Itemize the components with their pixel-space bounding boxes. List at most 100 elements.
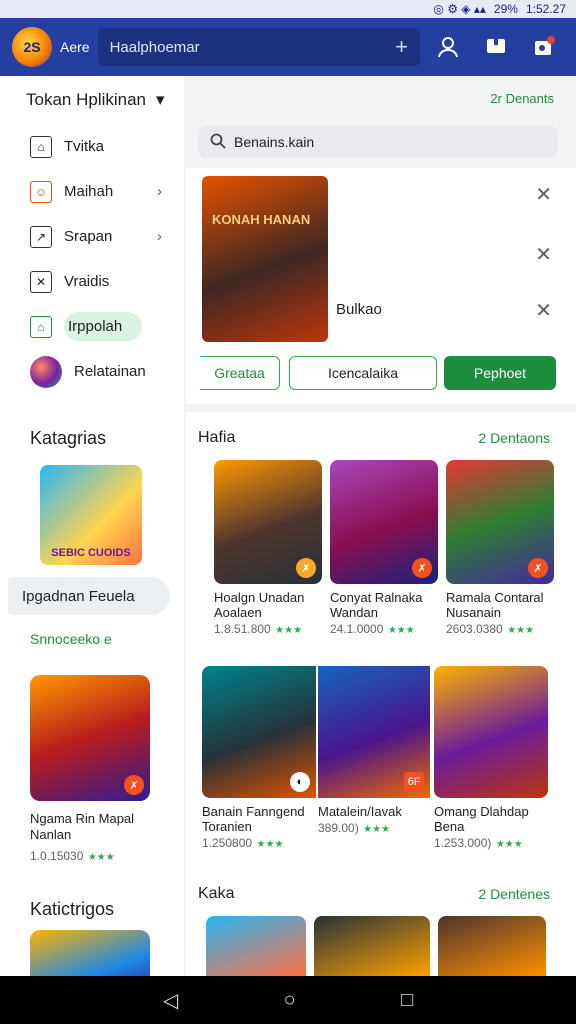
game-badge-icon: ✗ [124, 775, 144, 795]
main-search-input[interactable]: Benains.kain [198, 126, 558, 158]
game-badge-icon: ✗ [296, 558, 316, 578]
main-header: 2r Denants [186, 76, 576, 120]
header-link[interactable]: 2r Denants [490, 91, 554, 106]
top-search-value: Haalphoemar [109, 38, 200, 56]
sidebar-item-2[interactable]: ☺ Maihah › [8, 169, 184, 214]
game-card[interactable]: ✗ Conyat Ralnaka Wandan 24.1.0000 ★★★ [330, 460, 438, 638]
sidebar-pill[interactable]: Ipgadnan Feuela [8, 577, 170, 615]
sidebar-item-1[interactable]: ⌂ Tvitka [8, 124, 184, 169]
status-icons: ◎ ⚙ ◈ ▴▴ [433, 2, 486, 16]
account-icon[interactable] [428, 27, 468, 67]
search-placeholder: Benains.kain [234, 134, 315, 150]
sidebar-title[interactable]: Tokan Hplikinan ▾ [8, 76, 184, 124]
game-badge-icon: 6F [404, 772, 424, 792]
battery-level: 29% [493, 2, 518, 16]
main-content: 2r Denants Benains.kain KONAH HANAN Bulk… [186, 76, 576, 992]
game-thumbnail[interactable]: 6F [318, 666, 430, 798]
plus-icon[interactable]: + [395, 34, 408, 60]
game-title: Ramala Contaral Nusanain [446, 590, 544, 620]
sidebar-item-label: Relatainan [74, 363, 146, 380]
app-logo[interactable]: 2S [12, 27, 52, 67]
game-card[interactable]: ◐ Banain Fanngend Toranien 1.250800 ★★★ [202, 666, 316, 852]
game-title: Banain Fanngend Toranien [202, 804, 305, 834]
game-badge-icon: ✗ [412, 558, 432, 578]
game-meta: 1.250800 [202, 836, 253, 850]
side-game-thumbnail[interactable]: ✗ [30, 675, 150, 801]
clock: 1:52.27 [525, 2, 566, 16]
close-icon[interactable]: ✕ [535, 242, 552, 267]
promo-card[interactable]: SEBIC CUOIDS [40, 465, 142, 565]
star-rating-icon: ★★★ [363, 824, 391, 835]
row-title: Kaka [198, 885, 235, 902]
game-meta: 2603.0380 [446, 622, 503, 636]
feature-card: KONAH HANAN Bulkao ✕ ✕ ✕ Greataa Icencal… [186, 168, 576, 404]
notifications-icon[interactable] [524, 27, 564, 67]
close-icon[interactable]: ✕ [535, 298, 552, 323]
top-search-input[interactable]: Haalphoemar + [97, 28, 420, 66]
game-meta: 1.253.000) [434, 836, 492, 850]
home-icon[interactable]: ○ [284, 989, 296, 1012]
chevron-down-icon: ▾ [156, 90, 165, 109]
game-thumbnail[interactable] [314, 916, 430, 976]
game-meta: 24.1.0000 [330, 622, 384, 636]
avatar [30, 355, 62, 388]
sidebar-item-label: Irppolah [64, 312, 143, 341]
game-meta: 389.00) [318, 821, 359, 835]
game-card[interactable]: ✗ Hoalgn Unadan Aoalaen 1.8.51.800 ★★★ [214, 460, 322, 638]
game-thumbnail[interactable]: ✗ [214, 460, 322, 584]
chat-icon[interactable] [476, 27, 516, 67]
row-more-link[interactable]: 2 Dentaons [478, 430, 550, 446]
feature-image-title: KONAH HANAN [212, 212, 311, 227]
game-title: Conyat Ralnaka Wandan [330, 590, 423, 620]
game-title: Omang Dlahdap Bena [434, 804, 529, 834]
side-game-title[interactable]: Ngama Rin Mapal Nanlan [30, 811, 160, 843]
bottom-categories-title: Katictrigos [30, 899, 115, 919]
sidebar-item-label: Vraidis [64, 273, 110, 290]
row-more-link[interactable]: 2 Dentenes [478, 886, 550, 902]
feature-game-image[interactable]: KONAH HANAN [202, 176, 328, 342]
game-card[interactable]: Omang Dlahdap Bena 1.253.000) ★★★ [434, 666, 548, 852]
game-row-1: ✗ Hoalgn Unadan Aoalaen 1.8.51.800 ★★★ ✗… [186, 460, 576, 638]
sidebar-item-4[interactable]: ✕ Vraidis [8, 259, 184, 304]
back-icon[interactable]: ◁ [163, 988, 178, 1013]
row-header-3: Kaka 2 Dentenes [186, 872, 576, 916]
game-thumbnail[interactable]: ✗ [446, 460, 554, 584]
game-thumbnail[interactable]: ✗ [330, 460, 438, 584]
sidebar-title-label: Tokan Hplikinan [26, 90, 147, 109]
categories-title: Katagrias [30, 428, 107, 448]
game-thumbnail[interactable] [206, 916, 306, 976]
sidebar-item-6[interactable]: Relatainan [8, 349, 184, 394]
sidebar-subtext[interactable]: Snnoceeko e [8, 631, 184, 647]
game-rows: Hafia 2 Dentaons ✗ Hoalgn Unadan Aoalaen… [186, 412, 576, 992]
game-card[interactable]: 6F Matalein/Iavak 389.00) ★★★ [318, 666, 430, 852]
close-icon[interactable]: ✕ [535, 182, 552, 207]
game-card[interactable]: ✗ Ramala Contaral Nusanain 2603.0380 ★★★ [446, 460, 554, 638]
search-icon [210, 133, 226, 152]
sidebar-item-5[interactable]: ⌂ Irppolah [8, 304, 184, 349]
game-badge-icon: ◐ [290, 772, 310, 792]
box-icon: ✕ [30, 270, 52, 293]
game-thumbnail[interactable] [438, 916, 546, 976]
feature-label: Bulkao [336, 301, 382, 318]
game-row-2: ◐ Banain Fanngend Toranien 1.250800 ★★★ … [186, 666, 576, 852]
game-thumbnail[interactable]: ◐ [202, 666, 316, 798]
promo-text: SEBIC CUOIDS [51, 547, 131, 559]
system-nav-bar: ◁ ○ □ [0, 976, 576, 1024]
star-rating-icon: ★★★ [275, 625, 303, 636]
game-title: Matalein/Iavak [318, 804, 402, 819]
recents-icon[interactable]: □ [401, 989, 413, 1012]
feature-button-3[interactable]: Pephoet [444, 356, 556, 390]
feature-button-1[interactable]: Greataa [200, 356, 280, 390]
building-icon: ⌂ [30, 135, 52, 158]
side-game-meta-row: 1.0.15030 ★★★ [30, 847, 184, 865]
game-thumbnail[interactable] [434, 666, 548, 798]
sidebar-item-3[interactable]: ↗ Srapan › [8, 214, 184, 259]
star-rating-icon: ★★★ [87, 852, 115, 863]
chevron-right-icon: › [157, 183, 162, 200]
star-rating-icon: ★★★ [387, 625, 415, 636]
sidebar-item-label: Maihah [64, 183, 114, 200]
sidebar-item-label: Srapan [64, 228, 113, 245]
star-rating-icon: ★★★ [256, 839, 284, 850]
feature-button-2[interactable]: Icencalaika [289, 356, 437, 390]
game-meta: 1.0.15030 [30, 849, 84, 863]
